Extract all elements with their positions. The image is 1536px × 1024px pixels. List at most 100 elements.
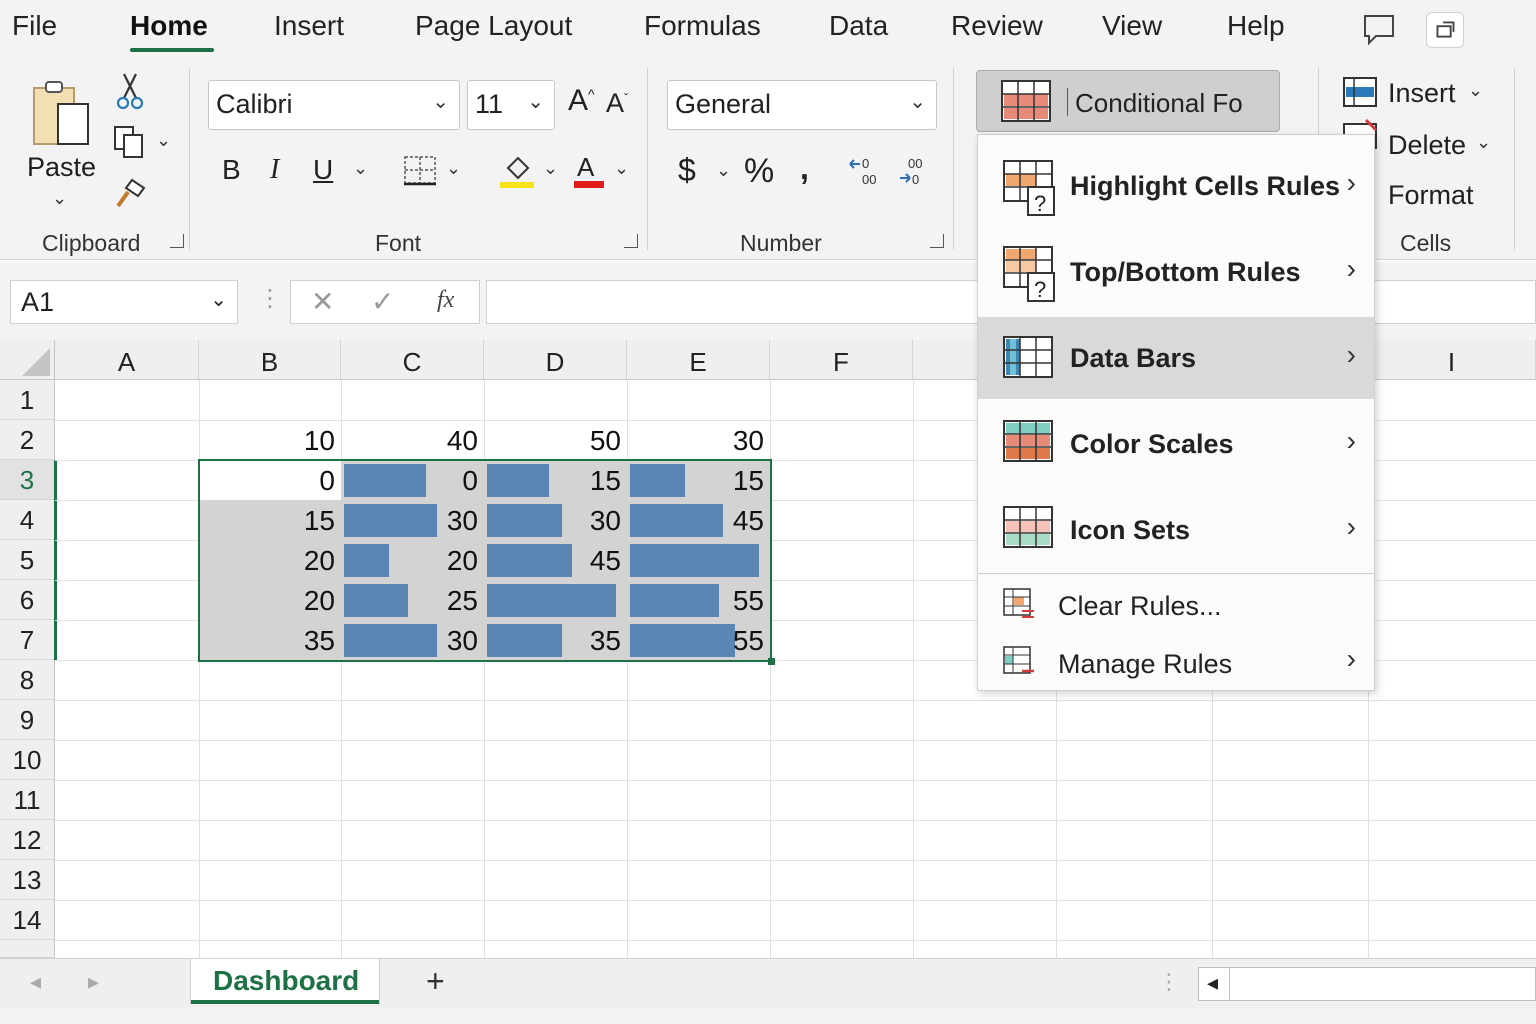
- scroll-left-icon[interactable]: ◂: [1207, 970, 1218, 996]
- tab-file[interactable]: File: [12, 10, 57, 42]
- insert-cells-label[interactable]: Insert: [1388, 78, 1456, 109]
- fill-color-chevron-icon[interactable]: ⌄: [543, 158, 558, 179]
- tab-view[interactable]: View: [1102, 10, 1162, 42]
- delete-cells-chevron-icon[interactable]: ⌄: [1476, 132, 1491, 153]
- underline-chevron-icon[interactable]: ⌄: [353, 158, 368, 179]
- italic-button[interactable]: I: [270, 154, 279, 186]
- font-color-chevron-icon[interactable]: ⌄: [614, 158, 629, 179]
- column-header-e[interactable]: E: [627, 340, 770, 380]
- font-color-icon[interactable]: A: [572, 150, 606, 190]
- tab-data[interactable]: Data: [829, 10, 888, 42]
- number-format-box[interactable]: General ⌄: [667, 80, 937, 130]
- tab-page-layout[interactable]: Page Layout: [415, 10, 572, 42]
- row-header-10[interactable]: 10: [0, 740, 55, 780]
- insert-cells-chevron-icon[interactable]: ⌄: [1468, 80, 1483, 101]
- row-header-9[interactable]: 9: [0, 700, 55, 740]
- menu-item-top-bottom-rules[interactable]: ? Top/Bottom Rules ›: [978, 231, 1374, 317]
- paste-label[interactable]: Paste: [27, 152, 96, 183]
- tab-review[interactable]: Review: [951, 10, 1043, 42]
- enter-icon[interactable]: ✓: [371, 285, 394, 318]
- borders-icon[interactable]: [402, 154, 438, 188]
- decrease-font-size-icon[interactable]: Aˇ: [606, 88, 628, 119]
- borders-chevron-icon[interactable]: ⌄: [446, 158, 461, 179]
- column-header-a[interactable]: A: [55, 340, 199, 380]
- insert-function-icon[interactable]: fx: [437, 287, 454, 314]
- row-header-14[interactable]: 14: [0, 900, 55, 940]
- row-header-15[interactable]: [0, 940, 55, 958]
- increase-font-size-icon[interactable]: A^: [568, 84, 595, 118]
- paste-dropdown-chevron-icon[interactable]: ⌄: [52, 188, 67, 209]
- row-header-13[interactable]: 13: [0, 860, 55, 900]
- share-icon[interactable]: [1426, 12, 1464, 48]
- menu-item-icon-sets[interactable]: Icon Sets ›: [978, 487, 1374, 573]
- column-header-c[interactable]: C: [341, 340, 484, 380]
- currency-chevron-icon[interactable]: ⌄: [716, 160, 731, 181]
- row-header-1[interactable]: 1: [0, 380, 55, 420]
- horizontal-scrollbar[interactable]: ◂: [1198, 967, 1536, 1001]
- paste-icon[interactable]: [28, 76, 94, 158]
- menu-item-label: Color Scales: [1070, 429, 1234, 459]
- cell-b2[interactable]: 10: [199, 420, 341, 460]
- name-box[interactable]: A1 ⌄: [10, 280, 238, 324]
- row-header-8[interactable]: 8: [0, 660, 55, 700]
- format-cells-label[interactable]: Format: [1388, 180, 1474, 211]
- increase-decimal-icon[interactable]: 0 00: [848, 154, 884, 188]
- format-painter-icon[interactable]: [114, 176, 148, 210]
- row-header-12[interactable]: 12: [0, 820, 55, 860]
- underline-button[interactable]: U: [313, 154, 333, 186]
- menu-item-data-bars[interactable]: Data Bars ›: [978, 317, 1374, 399]
- row-header-3[interactable]: 3: [0, 460, 55, 500]
- tab-splitter-icon[interactable]: ⋮: [1158, 969, 1180, 995]
- cells-group-label: Cells: [1400, 230, 1452, 256]
- cancel-icon[interactable]: ✕: [311, 285, 334, 318]
- formula-controls: ✕ ✓ fx: [290, 280, 480, 324]
- menu-item-color-scales[interactable]: Color Scales ›: [978, 399, 1374, 487]
- add-sheet-button[interactable]: +: [426, 963, 445, 1000]
- color-scales-icon: [1003, 420, 1053, 462]
- tab-formulas[interactable]: Formulas: [644, 10, 761, 42]
- bold-button[interactable]: B: [222, 154, 241, 186]
- font-size-box[interactable]: 11 ⌄: [467, 80, 555, 130]
- copy-dropdown-chevron-icon[interactable]: ⌄: [156, 130, 171, 151]
- comments-icon[interactable]: [1360, 12, 1398, 48]
- ribbon-tab-bar: File Home Insert Page Layout Formulas Da…: [0, 0, 1536, 58]
- tab-insert[interactable]: Insert: [274, 10, 344, 42]
- font-name-box[interactable]: Calibri ⌄: [208, 80, 460, 130]
- number-launcher-icon[interactable]: [930, 234, 944, 248]
- tab-help[interactable]: Help: [1227, 10, 1285, 42]
- scroll-sheets-right-icon[interactable]: ▸: [88, 969, 99, 995]
- currency-icon[interactable]: $: [678, 152, 696, 189]
- select-all-corner[interactable]: [0, 340, 55, 380]
- cell-d2[interactable]: 50: [484, 420, 627, 460]
- insert-cells-icon[interactable]: [1342, 76, 1378, 108]
- delete-cells-label[interactable]: Delete: [1388, 130, 1466, 161]
- copy-icon[interactable]: [112, 124, 148, 160]
- menu-item-highlight-cells-rules[interactable]: ? Highlight Cells Rules ›: [978, 145, 1374, 231]
- clipboard-launcher-icon[interactable]: [170, 234, 184, 248]
- row-header-11[interactable]: 11: [0, 780, 55, 820]
- column-header-f[interactable]: F: [770, 340, 913, 380]
- font-launcher-icon[interactable]: [624, 234, 638, 248]
- menu-item-manage-rules[interactable]: Manage Rules ›: [978, 635, 1374, 691]
- menu-item-clear-rules[interactable]: Clear Rules...: [978, 577, 1374, 633]
- cell-c2[interactable]: 40: [341, 420, 484, 460]
- row-header-6[interactable]: 6: [0, 580, 55, 620]
- fill-color-icon[interactable]: [498, 150, 538, 190]
- comma-style-icon[interactable]: ,: [800, 150, 809, 187]
- fill-handle[interactable]: [768, 658, 775, 665]
- sheet-tab-dashboard[interactable]: Dashboard: [190, 959, 380, 1005]
- conditional-formatting-button[interactable]: Conditional Fo: [976, 70, 1280, 132]
- scroll-sheets-left-icon[interactable]: ◂: [30, 969, 41, 995]
- column-header-d[interactable]: D: [484, 340, 627, 380]
- row-header-5[interactable]: 5: [0, 540, 55, 580]
- cell-e2[interactable]: 30: [627, 420, 770, 460]
- row-header-2[interactable]: 2: [0, 420, 55, 460]
- row-header-7[interactable]: 7: [0, 620, 55, 660]
- percent-icon[interactable]: %: [744, 152, 774, 191]
- tab-home[interactable]: Home: [130, 10, 208, 42]
- row-header-4[interactable]: 4: [0, 500, 55, 540]
- column-header-i[interactable]: I: [1368, 340, 1536, 380]
- cut-icon[interactable]: [114, 72, 146, 110]
- column-header-b[interactable]: B: [199, 340, 341, 380]
- decrease-decimal-icon[interactable]: 00 0: [898, 154, 934, 188]
